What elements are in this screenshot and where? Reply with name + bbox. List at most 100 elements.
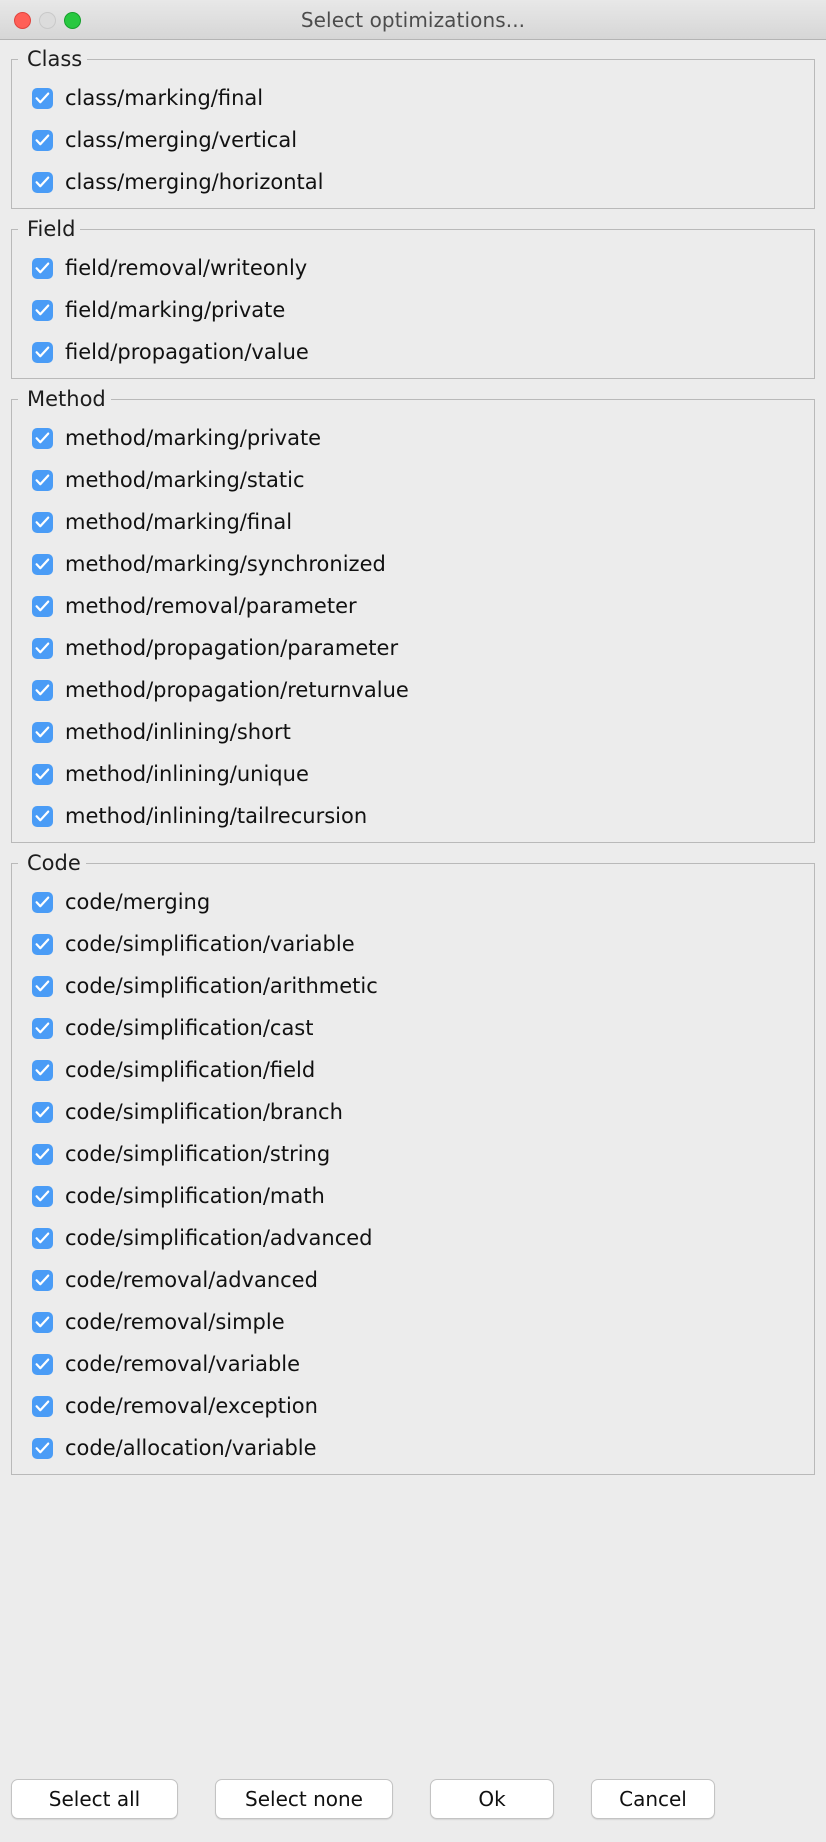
checkbox-checked-icon[interactable] — [32, 553, 53, 575]
checkbox-checked-icon[interactable] — [32, 257, 53, 279]
minimize-button[interactable] — [39, 11, 56, 29]
window-controls — [14, 0, 81, 40]
group-class: Class class/marking/final class/merging/ve… — [11, 48, 815, 209]
group-top-rule — [111, 399, 815, 400]
checkbox-label: method/propagation/parameter — [65, 636, 399, 660]
checkbox-row[interactable]: code/simplification/branch — [11, 1091, 815, 1133]
checkbox-row[interactable]: method/marking/synchronized — [11, 543, 815, 585]
checkbox-label: code/simplification/branch — [65, 1100, 343, 1124]
checkbox-checked-icon[interactable] — [32, 427, 53, 449]
group-legend: Field — [23, 218, 81, 241]
checkbox-checked-icon[interactable] — [32, 87, 53, 109]
checkbox-label: method/marking/static — [65, 468, 305, 492]
checkbox-checked-icon[interactable] — [32, 1185, 53, 1207]
checkbox-checked-icon[interactable] — [32, 1143, 53, 1165]
select-all-button[interactable]: Select all — [11, 1779, 178, 1819]
checkbox-row[interactable]: method/inlining/tailrecursion — [11, 795, 815, 837]
checkbox-row[interactable]: code/merging — [11, 881, 815, 923]
checkbox-checked-icon[interactable] — [32, 1059, 53, 1081]
checkbox-row[interactable]: code/simplification/field — [11, 1049, 815, 1091]
maximize-button[interactable] — [64, 11, 81, 29]
checkbox-row[interactable]: method/marking/static — [11, 459, 815, 501]
checkbox-label: code/simplification/math — [65, 1184, 325, 1208]
checkbox-checked-icon[interactable] — [32, 1017, 53, 1039]
checkbox-label: code/removal/simple — [65, 1310, 285, 1334]
group-body: method/marking/private method/marking/sta… — [11, 411, 815, 837]
checkbox-row[interactable]: method/marking/final — [11, 501, 815, 543]
checkbox-label: method/inlining/unique — [65, 762, 309, 786]
checkbox-row[interactable]: code/simplification/variable — [11, 923, 815, 965]
checkbox-row[interactable]: method/marking/private — [11, 417, 815, 459]
select-none-button[interactable]: Select none — [215, 1779, 393, 1819]
checkbox-label: method/removal/parameter — [65, 594, 357, 618]
checkbox-row[interactable]: field/propagation/value — [11, 331, 815, 373]
dialog-button-bar: Select all Select none Ok Cancel — [0, 1756, 826, 1842]
checkbox-row[interactable]: code/allocation/variable — [11, 1427, 815, 1469]
checkbox-label: field/removal/writeonly — [65, 256, 308, 280]
group-code: Code code/merging code/simplification/vari… — [11, 852, 815, 1475]
checkbox-row[interactable]: class/merging/vertical — [11, 119, 815, 161]
checkbox-row[interactable]: code/simplification/cast — [11, 1007, 815, 1049]
cancel-button[interactable]: Cancel — [591, 1779, 715, 1819]
checkbox-row[interactable]: code/simplification/arithmetic — [11, 965, 815, 1007]
checkbox-checked-icon[interactable] — [32, 1101, 53, 1123]
checkbox-checked-icon[interactable] — [32, 933, 53, 955]
checkbox-checked-icon[interactable] — [32, 299, 53, 321]
checkbox-checked-icon[interactable] — [32, 1395, 53, 1417]
group-body: field/removal/writeonly field/marking/pri… — [11, 241, 815, 373]
checkbox-row[interactable]: method/inlining/unique — [11, 753, 815, 795]
checkbox-row[interactable]: code/simplification/string — [11, 1133, 815, 1175]
checkbox-checked-icon[interactable] — [32, 721, 53, 743]
group-top-rule — [87, 59, 815, 60]
checkbox-checked-icon[interactable] — [32, 129, 53, 151]
checkbox-checked-icon[interactable] — [32, 763, 53, 785]
checkbox-row[interactable]: code/removal/simple — [11, 1301, 815, 1343]
checkbox-checked-icon[interactable] — [32, 511, 53, 533]
group-method: Method method/marking/private method/marki… — [11, 388, 815, 843]
checkbox-label: class/marking/final — [65, 86, 264, 110]
title-bar: Select optimizations... — [0, 0, 826, 40]
checkbox-row[interactable]: field/removal/writeonly — [11, 247, 815, 289]
window-title: Select optimizations... — [300, 7, 526, 32]
checkbox-label: method/inlining/tailrecursion — [65, 804, 368, 828]
checkbox-row[interactable]: method/propagation/parameter — [11, 627, 815, 669]
checkbox-checked-icon[interactable] — [32, 1311, 53, 1333]
close-button[interactable] — [14, 11, 31, 29]
checkbox-checked-icon[interactable] — [32, 469, 53, 491]
checkbox-checked-icon[interactable] — [32, 341, 53, 363]
group-top-rule — [86, 863, 815, 864]
checkbox-checked-icon[interactable] — [32, 1437, 53, 1459]
checkbox-checked-icon[interactable] — [32, 1227, 53, 1249]
checkbox-checked-icon[interactable] — [32, 595, 53, 617]
ok-button[interactable]: Ok — [430, 1779, 554, 1819]
checkbox-checked-icon[interactable] — [32, 805, 53, 827]
checkbox-row[interactable]: method/propagation/returnvalue — [11, 669, 815, 711]
checkbox-label: code/simplification/advanced — [65, 1226, 373, 1250]
checkbox-checked-icon[interactable] — [32, 637, 53, 659]
checkbox-row[interactable]: code/simplification/math — [11, 1175, 815, 1217]
checkbox-label: code/simplification/arithmetic — [65, 974, 378, 998]
checkbox-checked-icon[interactable] — [32, 891, 53, 913]
checkbox-row[interactable]: code/removal/exception — [11, 1385, 815, 1427]
checkbox-row[interactable]: code/simplification/advanced — [11, 1217, 815, 1259]
checkbox-label: field/marking/private — [65, 298, 286, 322]
checkbox-checked-icon[interactable] — [32, 171, 53, 193]
checkbox-row[interactable]: class/merging/horizontal — [11, 161, 815, 203]
checkbox-checked-icon[interactable] — [32, 975, 53, 997]
group-field: Field field/removal/writeonly field/markin… — [11, 218, 815, 379]
checkbox-label: method/marking/private — [65, 426, 322, 450]
checkbox-checked-icon[interactable] — [32, 1269, 53, 1291]
checkbox-checked-icon[interactable] — [32, 679, 53, 701]
group-legend: Method — [23, 388, 111, 411]
checkbox-label: method/inlining/short — [65, 720, 291, 744]
optimizations-list: Class class/marking/final class/merging/ve… — [0, 40, 826, 1756]
checkbox-label: class/merging/horizontal — [65, 170, 324, 194]
checkbox-checked-icon[interactable] — [32, 1353, 53, 1375]
checkbox-row[interactable]: method/removal/parameter — [11, 585, 815, 627]
checkbox-row[interactable]: method/inlining/short — [11, 711, 815, 753]
checkbox-row[interactable]: code/removal/advanced — [11, 1259, 815, 1301]
checkbox-label: code/allocation/variable — [65, 1436, 317, 1460]
checkbox-row[interactable]: class/marking/final — [11, 77, 815, 119]
checkbox-row[interactable]: field/marking/private — [11, 289, 815, 331]
checkbox-row[interactable]: code/removal/variable — [11, 1343, 815, 1385]
